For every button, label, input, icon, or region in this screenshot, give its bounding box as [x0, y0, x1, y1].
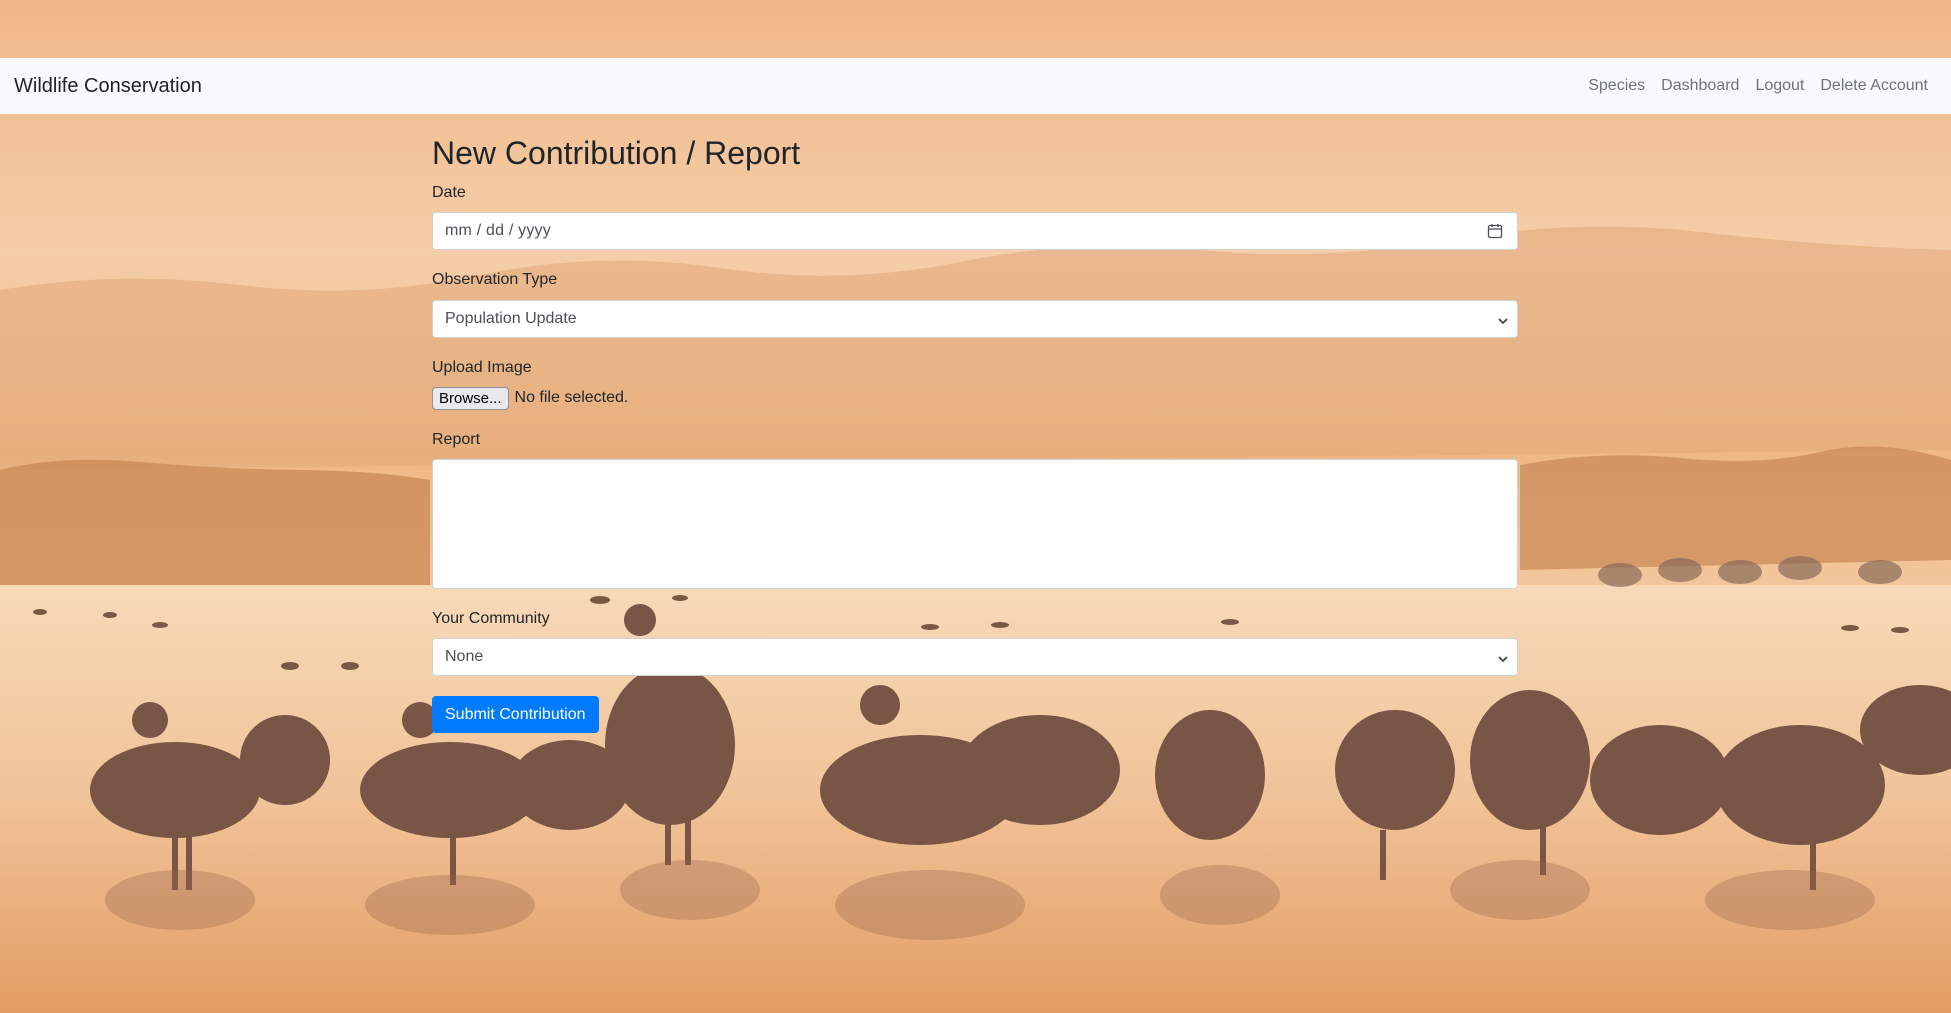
observation-type-label: Observation Type — [432, 271, 558, 289]
nav-links: Species Dashboard Logout Delete Account — [1580, 77, 1937, 95]
nav-link-species[interactable]: Species — [1580, 77, 1653, 95]
date-placeholder: mm / dd / yyyy — [445, 222, 551, 240]
chevron-down-icon — [1497, 314, 1509, 326]
page-title: New Contribution / Report — [432, 135, 801, 171]
observation-type-group: Observation Type Population Update — [432, 270, 1518, 338]
community-value: None — [445, 648, 484, 666]
nav-link-dashboard[interactable]: Dashboard — [1653, 77, 1747, 95]
date-input[interactable]: mm / dd / yyyy — [432, 212, 1518, 251]
nav-link-delete-account[interactable]: Delete Account — [1812, 77, 1937, 95]
submit-contribution-button[interactable]: Submit Contribution — [432, 696, 599, 734]
calendar-icon[interactable] — [1487, 223, 1503, 239]
date-label: Date — [432, 184, 466, 202]
brand-link[interactable]: Wildlife Conservation — [14, 75, 202, 98]
file-status: No file selected. — [514, 389, 629, 407]
community-group: Your Community None — [432, 609, 1518, 677]
date-group: Date mm / dd / yyyy — [432, 183, 1518, 251]
navbar: Wildlife Conservation Species Dashboard … — [0, 58, 1951, 114]
browse-button[interactable]: Browse... — [432, 386, 509, 410]
observation-type-select[interactable]: Population Update — [432, 299, 1518, 338]
file-input[interactable]: Browse... No file selected. — [432, 386, 1518, 410]
report-textarea[interactable] — [432, 458, 1518, 589]
observation-type-value: Population Update — [445, 309, 577, 327]
contribution-form: New Contribution / Report Date mm / dd /… — [432, 114, 1518, 734]
community-label: Your Community — [432, 609, 550, 627]
upload-image-group: Upload Image Browse... No file selected. — [432, 358, 1518, 410]
upload-image-label: Upload Image — [432, 358, 532, 376]
report-label: Report — [432, 430, 481, 448]
community-select[interactable]: None — [432, 638, 1518, 677]
chevron-down-icon — [1497, 652, 1509, 664]
report-group: Report — [432, 430, 1518, 589]
nav-link-logout[interactable]: Logout — [1747, 77, 1812, 95]
